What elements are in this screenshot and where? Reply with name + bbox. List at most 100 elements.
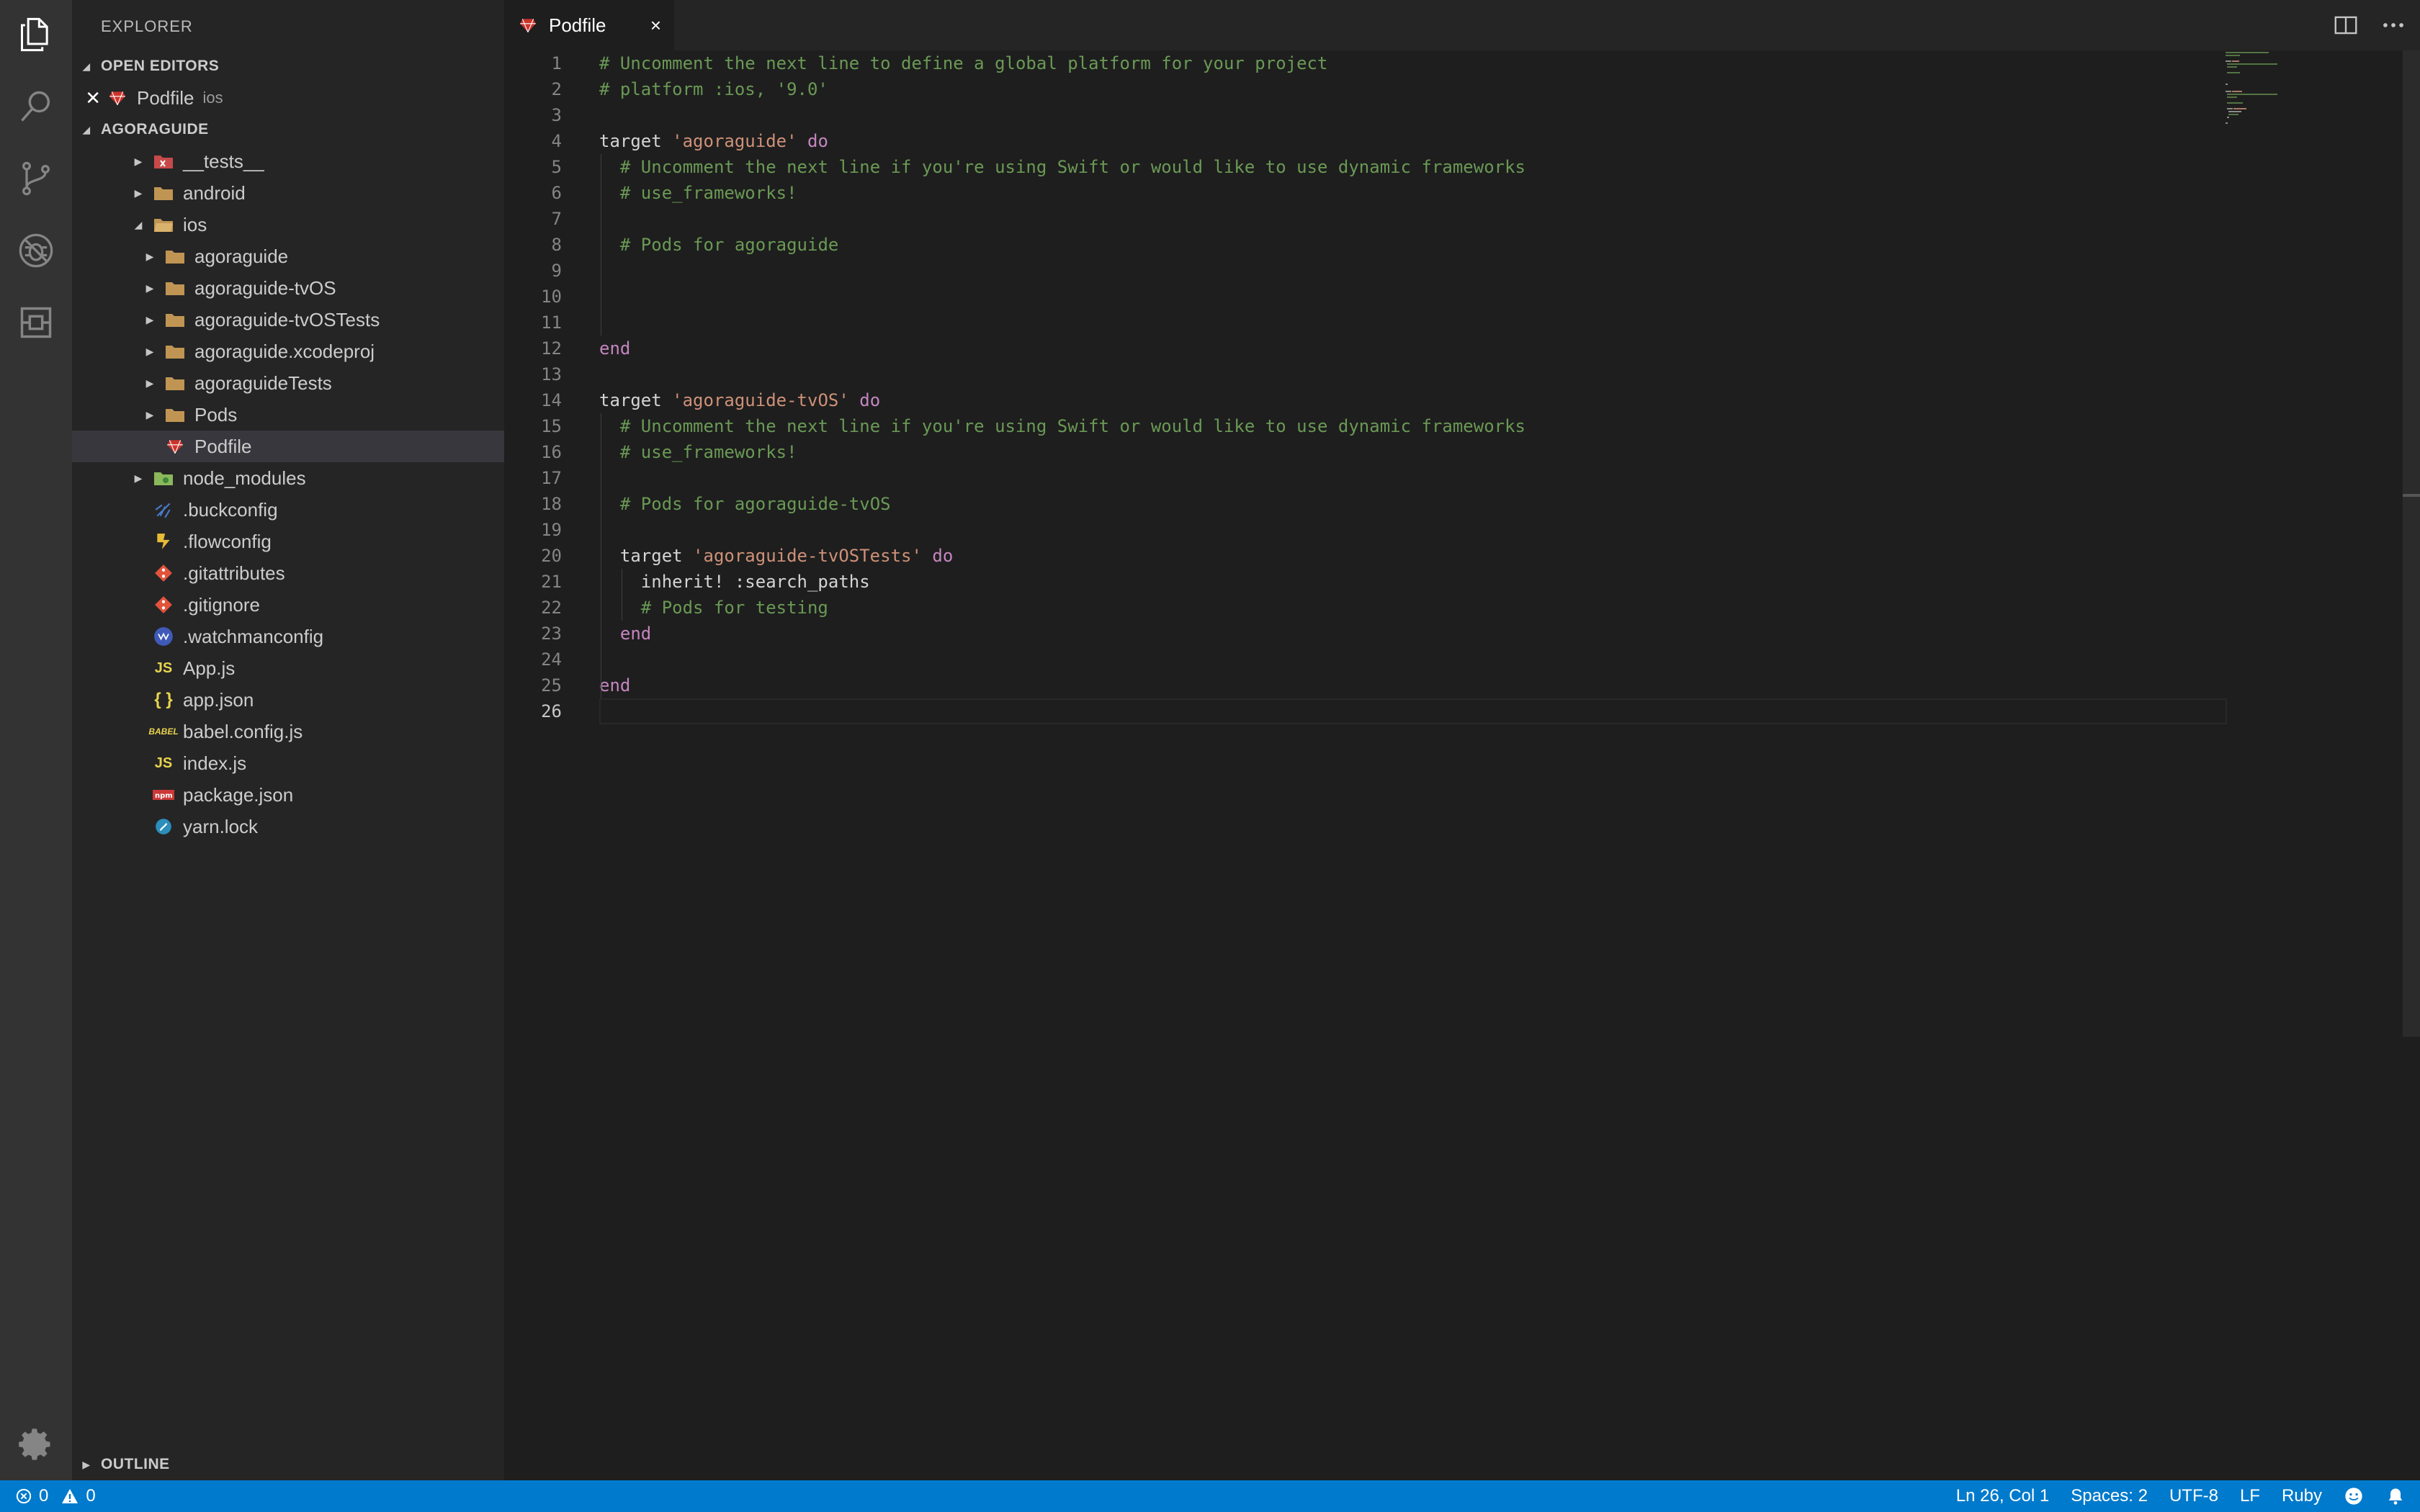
chevron-right-icon[interactable]: ▶ [141,409,158,421]
extensions-icon[interactable] [16,302,56,343]
encoding[interactable]: UTF-8 [2169,1486,2218,1506]
open-editor-item-podfile[interactable]: ✕ Podfile ios [72,82,504,114]
more-actions-icon[interactable] [2380,12,2407,39]
tree-item-tests[interactable]: ▶ __tests__ [72,145,504,177]
tab-podfile[interactable]: Podfile × [504,0,674,50]
babel-icon: BABEL [148,726,179,737]
tree-item-app-json[interactable]: { } app.json [72,684,504,716]
tree-item-gitignore[interactable]: .gitignore [72,589,504,621]
cursor-position[interactable]: Ln 26, Col 1 [1956,1486,2049,1506]
tree-item-buckconfig[interactable]: .buckconfig [72,494,504,526]
notifications-bell-icon[interactable] [2385,1486,2406,1506]
feedback-smiley-icon[interactable] [2344,1486,2364,1506]
line-number: 23 [541,624,562,644]
code-line: 19 [504,517,562,543]
chevron-right-icon: ▶ [82,1458,91,1470]
line-number: 16 [541,442,562,462]
tree-item-label: agoraguide.xcodeproj [194,340,375,362]
line-code: target 'agoraguide-tvOSTests' do [599,546,954,566]
project-section[interactable]: ◢ AGORAGUIDE [72,114,504,145]
chevron-right-icon[interactable]: ▶ [141,282,158,294]
line-code: # Uncomment the next line if you're usin… [619,157,1525,177]
line-code: # Pods for agoraguide-tvOS [619,494,891,514]
tree-item-gitattributes[interactable]: .gitattributes [72,557,504,589]
scroll-thumb[interactable] [2403,50,2420,1037]
tree-item-agoraguide-tvostests[interactable]: ▶ agoraguide-tvOSTests [72,304,504,336]
watchman-icon [153,626,174,647]
tree-item-label: ios [183,213,207,235]
code-line: 10 [504,284,562,310]
code-line: 4 target 'agoraguide' do [504,128,828,154]
folder-icon [164,310,186,330]
tree-item-watchmanconfig[interactable]: .watchmanconfig [72,621,504,652]
tree-item-ios[interactable]: ◢ ios [72,209,504,240]
editor-scrollbar[interactable] [2400,50,2420,1480]
git-icon [153,563,174,583]
chevron-right-icon[interactable]: ▶ [141,377,158,390]
tree-item-agoraguidetests[interactable]: ▶ agoraguideTests [72,367,504,399]
source-control-icon[interactable] [16,158,56,199]
line-code: target 'agoraguide-tvOS' do [599,390,881,410]
chevron-down-icon[interactable]: ◢ [130,219,147,231]
debug-icon[interactable] [16,230,56,271]
code-line: 18 # Pods for agoraguide-tvOS [504,491,891,517]
tree-item-babel-config-js[interactable]: BABEL babel.config.js [72,716,504,747]
node-folder-icon [153,468,174,488]
line-code: # Pods for testing [640,598,828,618]
minimap[interactable] [2226,50,2362,151]
code-editor[interactable]: 1 # Uncomment the next line to define a g… [504,50,2420,1480]
tree-item-index-js[interactable]: JS index.js [72,747,504,779]
tree-item-agoraguide[interactable]: ▶ agoraguide [72,240,504,272]
tree-item-label: Pods [194,403,238,426]
ruby-icon [107,88,128,108]
tree-item-package-json[interactable]: npm package.json [72,779,504,811]
tree-item-podfile[interactable]: Podfile [72,431,504,462]
tree-item-agoraguide-tvos[interactable]: ▶ agoraguide-tvOS [72,272,504,304]
line-number: 11 [541,312,562,333]
code-line: 26 [504,698,562,724]
chevron-right-icon[interactable]: ▶ [130,187,147,199]
close-icon[interactable]: ✕ [72,87,101,109]
search-icon[interactable] [16,86,56,127]
folder-icon [153,183,174,203]
open-editor-desc: ios [202,89,223,107]
tree-item-android[interactable]: ▶ android [72,177,504,209]
tree-item-yarn-lock[interactable]: yarn.lock [72,811,504,842]
line-number: 1 [551,53,562,73]
sidebar-title: EXPLORER [101,17,193,35]
end-of-line[interactable]: LF [2240,1486,2260,1506]
line-number: 4 [551,131,562,151]
tree-item-app-js[interactable]: JS App.js [72,652,504,684]
tests-folder-icon [153,151,174,171]
tree-item-pods[interactable]: ▶ Pods [72,399,504,431]
svg-text:npm: npm [155,792,173,800]
json-icon: { } [154,690,173,709]
chevron-right-icon[interactable]: ▶ [141,314,158,326]
problems-indicator[interactable]: 0 0 [16,1486,96,1506]
tree-item-label: package.json [183,783,294,806]
indentation[interactable]: Spaces: 2 [2071,1486,2148,1506]
code-line: 1 # Uncomment the next line to define a g… [504,50,1328,76]
tree-item-label: babel.config.js [183,720,303,742]
outline-section[interactable]: ▶ OUTLINE [72,1449,504,1480]
tree-item-label: Podfile [194,435,252,457]
explorer-sidebar: EXPLORER ◢ OPEN EDITORS ✕ Podfile ios ◢ … [72,0,504,1480]
tab-close-icon[interactable]: × [650,14,661,37]
line-number: 9 [551,261,562,281]
line-number: 14 [541,390,562,410]
chevron-right-icon[interactable]: ▶ [130,472,147,485]
open-editors-section[interactable]: ◢ OPEN EDITORS [72,50,504,82]
tree-item-node-modules[interactable]: ▶ node_modules [72,462,504,494]
code-line: 25 end [504,672,630,698]
language-mode[interactable]: Ruby [2282,1486,2322,1506]
explorer-icon[interactable] [16,14,56,55]
code-line: 20 target 'agoraguide-tvOSTests' do [504,543,953,569]
tree-item-flowconfig[interactable]: .flowconfig [72,526,504,557]
line-code: # platform :ios, '9.0' [599,79,828,99]
settings-gear-icon[interactable] [16,1424,56,1464]
chevron-right-icon[interactable]: ▶ [130,156,147,168]
tree-item-agoraguide-xcodeproj[interactable]: ▶ agoraguide.xcodeproj [72,336,504,367]
chevron-right-icon[interactable]: ▶ [141,251,158,263]
split-editor-icon[interactable] [2332,12,2360,39]
chevron-right-icon[interactable]: ▶ [141,346,158,358]
